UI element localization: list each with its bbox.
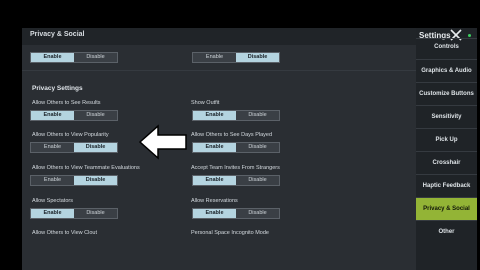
sidebar-item-privacy-social[interactable]: Privacy & Social (416, 197, 477, 220)
enable-option[interactable]: Enable (31, 176, 74, 185)
enable-option[interactable]: Enable (31, 209, 74, 218)
setting-label: Accept Team Invites From Strangers (191, 165, 280, 171)
page-title: Privacy & Social (30, 31, 85, 38)
top-right-toggle: Enable Disable (192, 52, 280, 63)
setting-label: Personal Space Incognito Mode (191, 230, 269, 236)
disable-option[interactable]: Disable (74, 143, 117, 152)
sidebar-item-haptic-feedback[interactable]: Haptic Feedback (416, 174, 477, 197)
enable-option[interactable]: Enable (193, 209, 236, 218)
spectators-toggle: Enable Disable (30, 208, 118, 219)
setting-label: Allow Others to View Popularity (32, 132, 109, 138)
disable-option[interactable]: Disable (236, 209, 279, 218)
reservations-toggle: Enable Disable (192, 208, 280, 219)
disable-option[interactable]: Disable (236, 53, 279, 62)
enable-option[interactable]: Enable (193, 53, 236, 62)
show-outfit-toggle: Enable Disable (192, 110, 280, 121)
enable-option[interactable]: Enable (31, 53, 74, 62)
settings-screen: Privacy & Social Enable Disable Enable D… (22, 28, 477, 270)
header-bar: Privacy & Social (22, 28, 477, 45)
disable-option[interactable]: Disable (74, 53, 117, 62)
disable-option[interactable]: Disable (236, 176, 279, 185)
sidebar-item-sensitivity[interactable]: Sensitivity (416, 105, 477, 128)
enable-option[interactable]: Enable (31, 111, 74, 120)
setting-label: Allow Spectators (32, 198, 73, 204)
enable-option[interactable]: Enable (31, 143, 74, 152)
privacy-heading: Privacy Settings (32, 85, 83, 92)
enable-option[interactable]: Enable (193, 143, 236, 152)
days-played-toggle: Enable Disable (192, 142, 280, 153)
disable-option[interactable]: Disable (74, 209, 117, 218)
setting-label: Allow Others to View Clout (32, 230, 98, 236)
sidebar-item-pick-up[interactable]: Pick Up (416, 128, 477, 151)
setting-label: Allow Others to View Teammate Evaluation… (32, 165, 140, 171)
see-results-toggle: Enable Disable (30, 110, 118, 121)
sidebar-item-controls[interactable]: Controls (416, 38, 477, 55)
setting-label: Allow Reservations (191, 198, 238, 204)
sidebar-item-crosshair[interactable]: Crosshair (416, 151, 477, 174)
enable-option[interactable]: Enable (193, 176, 236, 185)
setting-label: Show Outfit (191, 100, 220, 106)
teammate-evaluations-toggle: Enable Disable (30, 175, 118, 186)
disable-option[interactable]: Disable (74, 176, 117, 185)
status-dot (468, 34, 471, 37)
divider (22, 70, 416, 71)
sidebar-item-graphics-audio[interactable]: Graphics & Audio (416, 59, 477, 82)
sidebar-item-customize-buttons[interactable]: Customize Buttons (416, 82, 477, 105)
team-invites-toggle: Enable Disable (192, 175, 280, 186)
pointer-arrow-icon (138, 124, 187, 160)
enable-option[interactable]: Enable (193, 111, 236, 120)
popularity-toggle: Enable Disable (30, 142, 118, 153)
disable-option[interactable]: Disable (74, 111, 117, 120)
setting-label: Allow Others to See Days Played (191, 132, 273, 138)
disable-option[interactable]: Disable (236, 111, 279, 120)
setting-label: Allow Others to See Results (32, 100, 101, 106)
sidebar-item-other[interactable]: Other (416, 220, 477, 243)
disable-option[interactable]: Disable (236, 143, 279, 152)
top-left-toggle: Enable Disable (30, 52, 118, 63)
